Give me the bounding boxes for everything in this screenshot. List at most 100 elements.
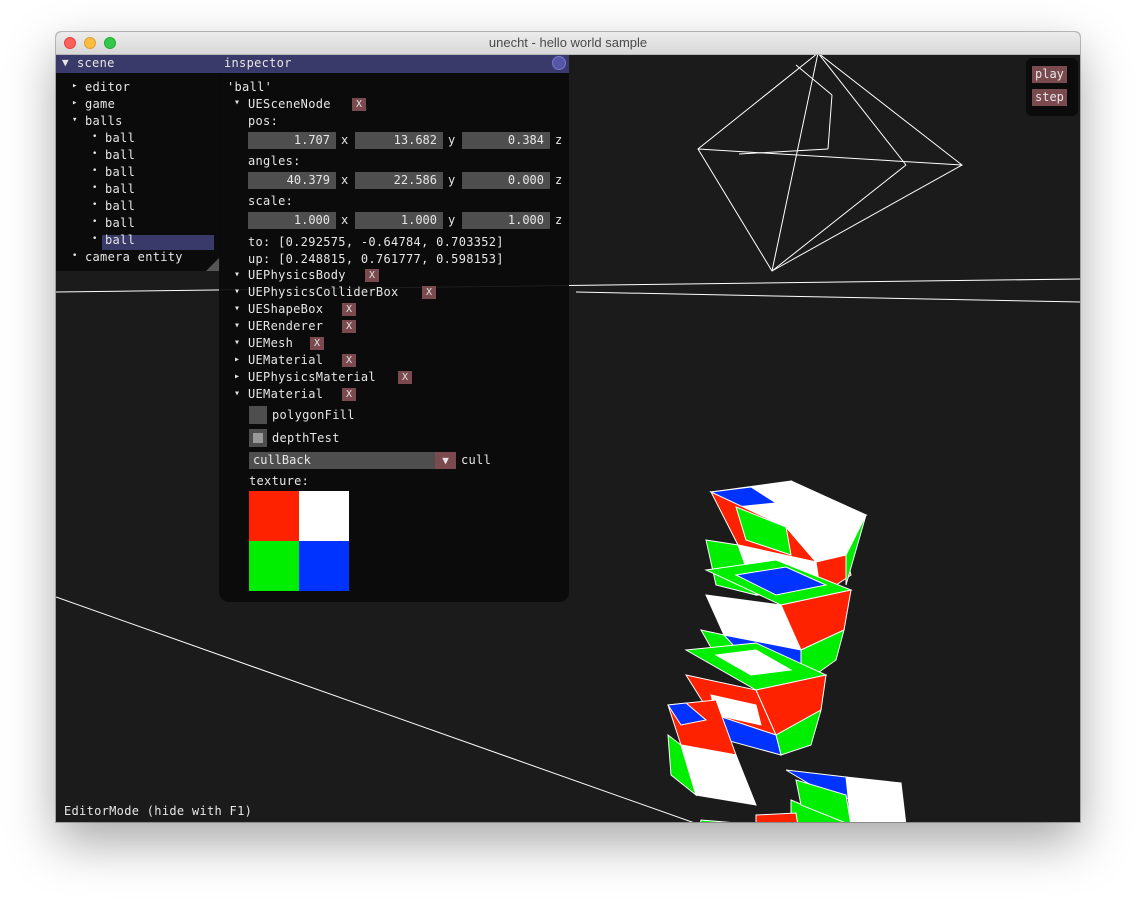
remove-component-button[interactable]: X <box>398 371 412 384</box>
tree-bullet-icon[interactable]: ▾ <box>72 115 78 125</box>
component-toggle-icon[interactable]: ▸ <box>234 354 240 365</box>
up-vector: up: [0.248815, 0.761777, 0.598153] <box>248 252 504 266</box>
tree-item[interactable]: ball <box>105 165 135 179</box>
playback-panel: play step <box>1026 58 1078 116</box>
angles-x-field[interactable]: 40.379 <box>248 172 336 189</box>
tree-item[interactable]: ball <box>105 148 135 162</box>
component-label[interactable]: UEPhysicsBody <box>248 268 346 282</box>
depth-test-checkbox[interactable] <box>249 429 267 447</box>
remove-scene-node-button[interactable]: X <box>352 98 366 111</box>
scene-panel-title: scene <box>77 56 115 70</box>
depth-test-label: depthTest <box>272 431 340 445</box>
cull-dropdown-value: cullBack <box>253 453 311 467</box>
tree-bullet-icon[interactable]: • <box>92 166 98 176</box>
texture-cell-red <box>249 491 299 541</box>
remove-component-button[interactable]: X <box>422 286 436 299</box>
scale-z-field[interactable]: 1.000 <box>462 212 550 229</box>
tree-bullet-icon[interactable]: ▸ <box>72 81 78 91</box>
scene-node-toggle[interactable]: ▾ <box>234 97 240 108</box>
title-bar: unecht - hello world sample <box>56 32 1080 55</box>
component-label[interactable]: UEMaterial <box>248 387 323 401</box>
pos-y-field[interactable]: 13.682 <box>355 132 443 149</box>
texture-preview <box>249 491 349 591</box>
dropdown-arrow-icon: ▼ <box>442 454 449 467</box>
tree-item[interactable]: ball <box>105 199 135 213</box>
scale-y-field[interactable]: 1.000 <box>355 212 443 229</box>
tree-item[interactable]: ball <box>105 131 135 145</box>
scene-panel: ▼ scene ▸ editor ▸ game ▾ balls • ball • ball • bal… <box>56 55 220 271</box>
tree-bullet-icon[interactable]: • <box>92 132 98 142</box>
pos-x-field[interactable]: 1.707 <box>248 132 336 149</box>
angles-z-field[interactable]: 0.000 <box>462 172 550 189</box>
scale-label: scale: <box>248 194 294 208</box>
step-button[interactable]: step <box>1032 89 1067 106</box>
component-label[interactable]: UERenderer <box>248 319 323 333</box>
tree-item[interactable]: balls <box>85 114 123 128</box>
object-name: 'ball' <box>227 80 273 94</box>
component-label[interactable]: UEPhysicsColliderBox <box>248 285 399 299</box>
angles-y-field[interactable]: 22.586 <box>355 172 443 189</box>
cull-dropdown[interactable]: cullBack <box>249 452 435 469</box>
tree-bullet-icon[interactable]: • <box>92 200 98 210</box>
component-toggle-icon[interactable]: ▾ <box>234 269 240 280</box>
status-text: EditorMode (hide with F1) <box>64 804 253 818</box>
component-toggle-icon[interactable]: ▾ <box>234 388 240 399</box>
tree-bullet-icon[interactable]: • <box>92 217 98 227</box>
texture-label: texture: <box>249 474 310 488</box>
component-label[interactable]: UEShapeBox <box>248 302 323 316</box>
polygon-fill-checkbox[interactable] <box>249 406 267 424</box>
tree-bullet-icon[interactable]: • <box>92 234 98 244</box>
texture-cell-white <box>299 491 349 541</box>
component-toggle-icon[interactable]: ▾ <box>234 320 240 331</box>
tree-item[interactable]: ball <box>105 233 135 247</box>
axis-label: z <box>555 213 563 227</box>
component-label[interactable]: UEPhysicsMaterial <box>248 370 376 384</box>
resize-grip[interactable] <box>206 257 220 271</box>
pos-label: pos: <box>248 114 279 128</box>
cull-dropdown-button[interactable]: ▼ <box>435 452 456 469</box>
remove-component-button[interactable]: X <box>310 337 324 350</box>
tree-bullet-icon[interactable]: ▸ <box>72 98 78 108</box>
tree-bullet-icon[interactable]: • <box>72 251 78 261</box>
remove-component-button[interactable]: X <box>342 354 356 367</box>
inspector-panel-title: inspector <box>224 56 292 70</box>
axis-label: x <box>341 133 349 147</box>
component-label[interactable]: UEMaterial <box>248 353 323 367</box>
scene-node-label[interactable]: UESceneNode <box>248 97 331 111</box>
polygon-fill-label: polygonFill <box>272 408 355 422</box>
pos-z-field[interactable]: 0.384 <box>462 132 550 149</box>
cull-label: cull <box>461 453 492 467</box>
tree-item[interactable]: editor <box>85 80 130 94</box>
remove-component-button[interactable]: X <box>342 388 356 401</box>
component-label[interactable]: UEMesh <box>248 336 293 350</box>
axis-label: y <box>448 173 456 187</box>
3d-viewport[interactable]: ▼ scene ▸ editor ▸ game ▾ balls • ball • ball • bal… <box>56 55 1080 822</box>
remove-component-button[interactable]: X <box>342 320 356 333</box>
texture-cell-green <box>249 541 299 591</box>
component-toggle-icon[interactable]: ▾ <box>234 303 240 314</box>
tree-bullet-icon[interactable]: • <box>92 149 98 159</box>
app-window: unecht - hello world sample ▼ scene ▸ ed… <box>56 32 1080 822</box>
axis-label: x <box>341 213 349 227</box>
tree-item[interactable]: ball <box>105 216 135 230</box>
axis-label: z <box>555 133 563 147</box>
component-toggle-icon[interactable]: ▾ <box>234 337 240 348</box>
scale-x-field[interactable]: 1.000 <box>248 212 336 229</box>
remove-component-button[interactable]: X <box>365 269 379 282</box>
close-panel-button[interactable] <box>552 56 566 70</box>
axis-label: y <box>448 213 456 227</box>
tree-item[interactable]: game <box>85 97 115 111</box>
angles-label: angles: <box>248 154 301 168</box>
collapse-icon[interactable]: ▼ <box>62 56 69 69</box>
remove-component-button[interactable]: X <box>342 303 356 316</box>
play-button[interactable]: play <box>1032 66 1067 83</box>
axis-label: y <box>448 133 456 147</box>
depth-test-check-mark <box>253 433 263 443</box>
inspector-panel: inspector 'ball' ▾ UESceneNode X pos: 1.… <box>219 55 569 602</box>
component-toggle-icon[interactable]: ▸ <box>234 371 240 382</box>
texture-cell-blue <box>299 541 349 591</box>
tree-item[interactable]: camera entity <box>85 250 183 264</box>
component-toggle-icon[interactable]: ▾ <box>234 286 240 297</box>
tree-item[interactable]: ball <box>105 182 135 196</box>
tree-bullet-icon[interactable]: • <box>92 183 98 193</box>
